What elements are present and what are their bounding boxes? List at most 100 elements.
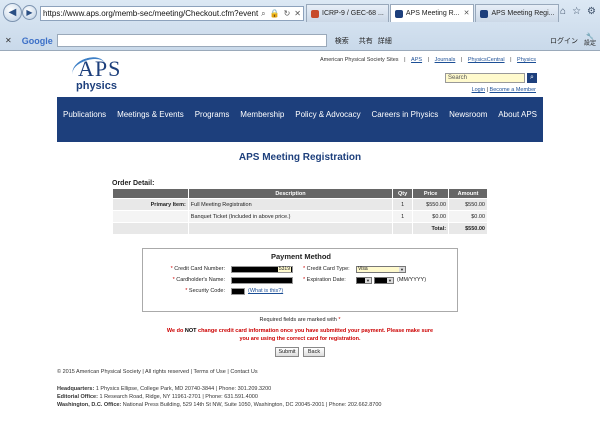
what-is-this-link[interactable]: (What is this?): [248, 288, 283, 294]
star-icon[interactable]: ☆: [572, 6, 581, 17]
tab-title: APS Meeting R...: [405, 10, 460, 17]
logo-text: APS: [78, 56, 122, 81]
order-table: Description Qty Price Amount Primary Ite…: [112, 188, 488, 235]
table-cell: 1: [392, 198, 414, 211]
all-rights-text: All rights reserved: [145, 369, 190, 375]
back-button[interactable]: ◀: [3, 3, 22, 22]
order-detail-label: Order Detail:: [112, 180, 155, 187]
footer: © 2015 American Physical Society | All r…: [57, 369, 543, 409]
link-journals[interactable]: Journals: [435, 57, 456, 63]
expiration-format-hint: (MM/YYYY): [397, 277, 427, 283]
browser-chrome: ◀ ▶ https://www.aps.org/memb-sec/meeting…: [0, 0, 600, 51]
nav-publications[interactable]: Publications: [63, 110, 106, 119]
tab-strip: ICRP-9 / GEC-68 ... APS Meeting R... ✕ A…: [306, 4, 560, 22]
refresh-icon[interactable]: ↻: [282, 9, 293, 18]
settings-label: 設定: [583, 40, 596, 47]
column-header: Description: [187, 188, 394, 199]
chevron-down-icon: ▼: [365, 278, 371, 283]
link-physics[interactable]: Physics: [517, 57, 536, 63]
copyright-text: © 2015 American Physical Society: [57, 369, 141, 375]
share-button[interactable]: 共有: [359, 36, 373, 46]
become-member-link[interactable]: Become a Member: [490, 87, 536, 93]
google-search-input[interactable]: [56, 34, 327, 47]
nav-membership[interactable]: Membership: [240, 110, 284, 119]
card-number-label: * Credit Card Number:: [170, 266, 225, 272]
tab-aps-active[interactable]: APS Meeting R... ✕: [389, 4, 475, 22]
address-line: Washington, D.C. Office: National Press …: [57, 402, 382, 408]
search-icon[interactable]: ⌕: [259, 9, 267, 19]
column-header: [112, 188, 189, 199]
table-cell: [112, 222, 189, 235]
search-input[interactable]: Search: [445, 73, 525, 83]
settings-button[interactable]: 🔧 設定: [584, 34, 596, 48]
forward-button[interactable]: ▶: [22, 5, 37, 20]
chevron-down-icon: ▼: [387, 278, 393, 283]
link-physicscentral[interactable]: PhysicsCentral: [468, 57, 505, 63]
close-icon[interactable]: ✕: [5, 36, 12, 45]
close-tab-icon[interactable]: ✕: [464, 5, 470, 22]
table-cell: Banquet Ticket (Included in above price.…: [187, 210, 394, 223]
nav-policy-advocacy[interactable]: Policy & Advocacy: [295, 110, 360, 119]
login-button[interactable]: ログイン: [550, 36, 578, 46]
table-cell: Full Meeting Registration: [187, 198, 394, 211]
arrow-right-icon: ▶: [26, 8, 33, 17]
home-icon[interactable]: ⌂: [560, 6, 566, 17]
table-cell: [112, 210, 189, 223]
address-bar[interactable]: https://www.aps.org/memb-sec/meeting/Che…: [40, 6, 304, 21]
aps-logo[interactable]: APS physics: [69, 53, 142, 96]
expiration-year-select[interactable]: ▼: [374, 277, 394, 284]
total-label: Total:: [412, 222, 450, 235]
table-total-row: Total: $550.00: [112, 222, 488, 235]
sites-label: American Physical Society Sites: [319, 57, 399, 63]
security-code-label: * Security Code:: [185, 288, 225, 294]
lock-icon[interactable]: 🔒: [268, 9, 282, 18]
warning-message: We do NOT change credit card information…: [166, 328, 434, 342]
gear-icon[interactable]: ⚙: [587, 6, 596, 17]
google-toolbar: ✕ Google 検索 共有 詳細 ログイン 🔧 設定: [0, 31, 600, 50]
account-links: Login | Become a Member: [471, 87, 536, 93]
column-header: Price: [412, 188, 450, 199]
back-button[interactable]: Back: [303, 347, 325, 357]
tab-icrp[interactable]: ICRP-9 / GEC-68 ...: [306, 4, 389, 22]
wrench-icon: 🔧: [586, 33, 594, 40]
browser-toolbar-icons: ⌂ ☆ ⚙: [560, 6, 596, 17]
security-code-field[interactable]: [231, 288, 245, 295]
nav-about[interactable]: About APS: [498, 110, 537, 119]
card-type-select[interactable]: Visa ▼: [356, 266, 406, 273]
nav-meetings-events[interactable]: Meetings & Events: [117, 110, 184, 119]
nav-newsroom[interactable]: Newsroom: [449, 110, 487, 119]
page-title: APS Meeting Registration: [238, 152, 362, 163]
expiration-month-select[interactable]: ▼: [356, 277, 372, 284]
card-type-value: Visa: [358, 266, 368, 272]
site-favicon-icon: [311, 9, 319, 18]
google-search-button[interactable]: 検索: [335, 36, 349, 46]
nav-programs[interactable]: Programs: [195, 110, 230, 119]
column-header: Amount: [448, 188, 488, 199]
cardholder-name-field[interactable]: [231, 277, 293, 284]
table-row: Primary Item: Full Meeting Registration …: [112, 198, 488, 211]
address-url[interactable]: https://www.aps.org/memb-sec/meeting/Che…: [41, 9, 259, 18]
terms-link[interactable]: Terms of Use: [193, 369, 225, 375]
web-page: APS physics American Physical Society Si…: [0, 51, 600, 440]
table-header-row: Description Qty Price Amount: [112, 188, 488, 199]
nav-careers[interactable]: Careers in Physics: [372, 110, 439, 119]
more-button[interactable]: 詳細: [378, 36, 392, 46]
site-links: American Physical Society Sites | APS | …: [319, 57, 536, 63]
search-icon: ⌕: [530, 74, 534, 81]
close-icon[interactable]: ✕: [292, 9, 303, 18]
tab-title: APS Meeting Regi...: [491, 10, 555, 17]
tab-aps-2[interactable]: APS Meeting Regi...: [475, 4, 560, 22]
submit-button[interactable]: Submit: [275, 347, 299, 357]
link-aps[interactable]: APS: [411, 57, 422, 63]
logo-subtext: physics: [76, 80, 117, 92]
site-favicon-icon: [480, 9, 489, 18]
card-number-field[interactable]: 5319: [231, 266, 293, 273]
required-fields-note: Required fields are marked with *: [259, 317, 341, 323]
address-line: Editorial Office: 1 Research Road, Ridge…: [57, 394, 258, 400]
login-link[interactable]: Login: [472, 87, 485, 93]
copyright-line: © 2015 American Physical Society | All r…: [57, 369, 258, 375]
google-logo: Google: [21, 35, 53, 46]
contact-link[interactable]: Contact Us: [230, 369, 257, 375]
table-cell: $0.00: [412, 210, 450, 223]
search-button[interactable]: ⌕: [527, 73, 537, 83]
